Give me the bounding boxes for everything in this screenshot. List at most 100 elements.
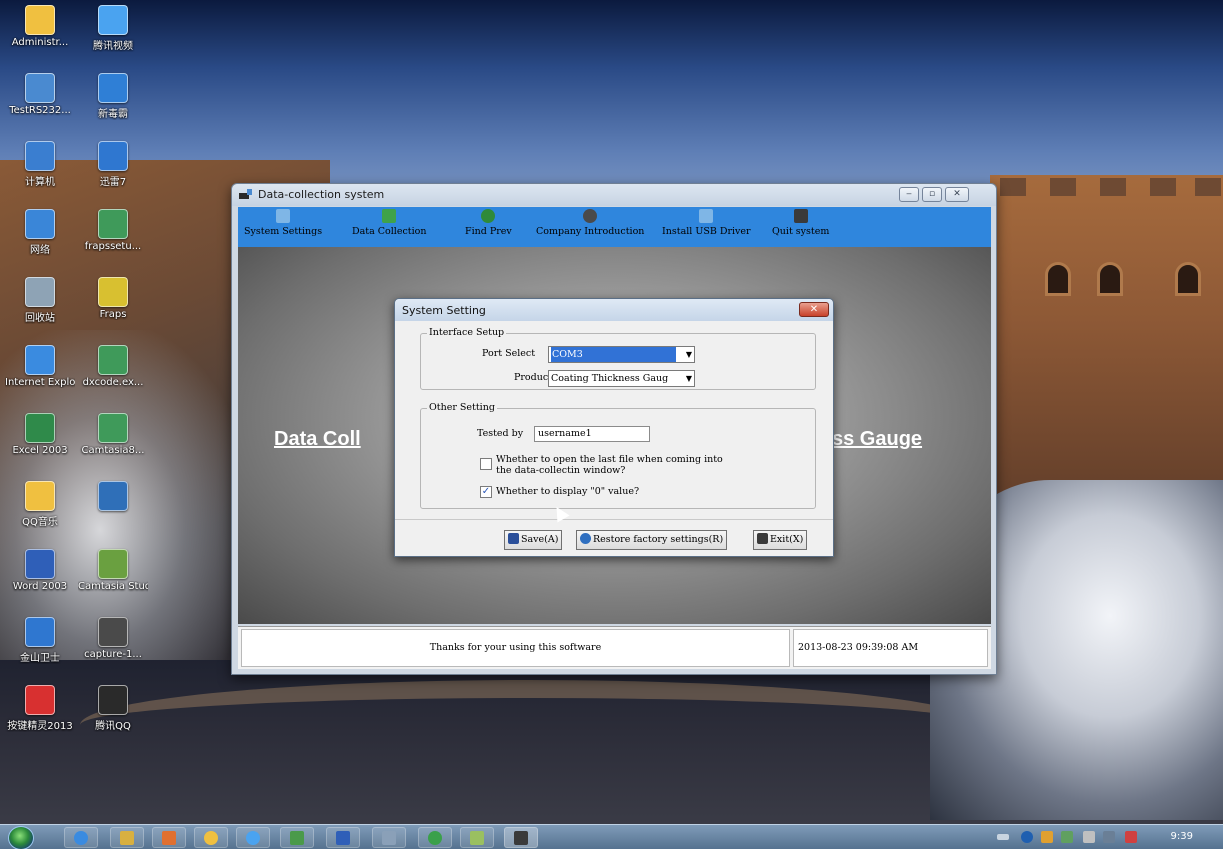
desktop-icon[interactable]: 新毒霸 <box>78 73 148 120</box>
monitor-icon[interactable] <box>1083 831 1095 843</box>
desktop-icon-label: QQ音乐 <box>22 517 58 528</box>
taskbar-video-button[interactable] <box>236 827 270 848</box>
desktop-icon[interactable] <box>78 481 148 513</box>
desktop-icon[interactable]: 计算机 <box>5 141 75 188</box>
desktop-icon[interactable]: Camtasia Studio <box>78 549 148 592</box>
device-icon[interactable] <box>1103 831 1115 843</box>
app-icon <box>239 189 252 199</box>
desktop-icon[interactable]: Administr... <box>5 5 75 48</box>
shortcut-icon <box>25 141 55 171</box>
product-dropdown[interactable]: Coating Thickness Gaug ▼ <box>548 370 695 387</box>
taskbar-player-button[interactable] <box>152 827 186 848</box>
exit-button[interactable]: Exit(X) <box>753 530 808 550</box>
company-icon <box>583 209 598 223</box>
toolbar-quit-system[interactable]: Quit system <box>772 209 829 237</box>
status-bar: Thanks for your using this software 2013… <box>238 626 991 669</box>
shortcut-icon <box>25 73 55 103</box>
display-zero-checkbox[interactable]: ✓ <box>480 486 492 498</box>
desktop-icon-label: 按键精灵2013 <box>7 721 73 732</box>
port-select-value: COM3 <box>551 347 676 362</box>
dialog-body: Interface Setup Port Select COM3 ▼ Produ… <box>395 321 833 519</box>
close-button[interactable]: ✕ <box>945 187 969 202</box>
start-button[interactable] <box>8 826 34 849</box>
open-last-file-checkbox[interactable] <box>480 458 492 470</box>
desktop-icon[interactable]: QQ音乐 <box>5 481 75 528</box>
taskbar: 9:39 <box>0 824 1223 849</box>
wallpaper-crenel <box>1050 178 1076 196</box>
desktop-icon[interactable]: TestRS232... <box>5 73 75 116</box>
screen-icon <box>382 831 396 845</box>
tested-by-label: Tested by <box>477 428 524 439</box>
other-setting-group: Other Setting Tested by username1 Whethe… <box>420 402 816 509</box>
maximize-button[interactable]: ▫ <box>922 187 942 202</box>
desktop-icon[interactable]: Fraps <box>78 277 148 320</box>
toolbar-label: Install USB Driver <box>662 226 751 237</box>
data-collection-icon <box>382 209 397 223</box>
taskbar-screen-button[interactable] <box>372 827 406 848</box>
restore-button-label: Restore factory settings(R) <box>593 534 724 545</box>
desktop-icon[interactable]: Camtasia8... <box>78 413 148 456</box>
toolbar-system-settings[interactable]: System Settings <box>244 209 322 237</box>
open-last-file-label-line1: Whether to open the last file when comin… <box>496 454 723 465</box>
main-titlebar[interactable]: Data-collection system ‒ ▫ ✕ <box>232 184 996 206</box>
desktop-icon[interactable]: frapssetu... <box>78 209 148 252</box>
refresh-icon <box>428 831 442 845</box>
desktop-icon[interactable]: 腾讯视频 <box>78 5 148 52</box>
music-icon <box>204 831 218 845</box>
desktop-icon[interactable]: Word 2003 <box>5 549 75 592</box>
taskbar-refresh-button[interactable] <box>418 827 452 848</box>
desktop-icon[interactable]: Excel 2003 <box>5 413 75 456</box>
desktop-icon-label: 网络 <box>30 245 50 256</box>
desktop-icon[interactable]: 回收站 <box>5 277 75 324</box>
tested-by-input[interactable]: username1 <box>534 426 650 442</box>
dialog-close-button[interactable]: ✕ <box>799 302 829 317</box>
port-select-dropdown[interactable]: COM3 ▼ <box>548 346 695 363</box>
shortcut-icon <box>98 481 128 511</box>
minimize-button[interactable]: ‒ <box>899 187 919 202</box>
taskbar-word-button[interactable] <box>326 827 360 848</box>
desktop-icon[interactable]: Internet Explorer <box>5 345 75 388</box>
bluetooth-icon[interactable] <box>1021 831 1033 843</box>
network-icon[interactable] <box>1061 831 1073 843</box>
restore-factory-settings-button[interactable]: Restore factory settings(R) <box>576 530 728 550</box>
shortcut-icon <box>25 685 55 715</box>
desktop-icon-label: Internet Explorer <box>5 377 75 388</box>
volume-muted-icon[interactable] <box>1125 831 1137 843</box>
keyboard-icon[interactable] <box>997 834 1009 840</box>
desktop-icon[interactable]: 迅雷7 <box>78 141 148 188</box>
flag-icon[interactable] <box>1041 831 1053 843</box>
shortcut-icon <box>25 5 55 35</box>
taskbar-explorer-button[interactable] <box>110 827 144 848</box>
dialog-title: System Setting <box>402 304 486 317</box>
desktop-icon-label: frapssetu... <box>84 241 142 252</box>
taskbar-ie-button[interactable] <box>64 827 98 848</box>
dialog-titlebar[interactable]: System Setting ✕ <box>395 299 833 321</box>
taskbar-hao-button[interactable] <box>280 827 314 848</box>
display-zero-label: Whether to display "0" value? <box>496 486 640 497</box>
taskbar-camtasia-button[interactable] <box>460 827 494 848</box>
desktop-icon[interactable]: 腾讯QQ <box>78 685 148 732</box>
wallpaper-crenel <box>1100 178 1126 196</box>
exit-icon <box>757 533 768 544</box>
desktop-icon[interactable]: capture-1... <box>78 617 148 660</box>
desktop-icon[interactable]: 按键精灵2013 <box>5 685 75 732</box>
taskbar-app-button[interactable] <box>194 827 228 848</box>
desktop-icon-label: 回收站 <box>25 313 55 324</box>
shortcut-icon <box>25 345 55 375</box>
taskbar-clock[interactable]: 9:39 <box>1171 831 1193 842</box>
toolbar-company-introduction[interactable]: Company Introduction <box>536 209 644 237</box>
desktop-icon[interactable]: dxcode.ex... <box>78 345 148 388</box>
taskbar-data-collection-button[interactable] <box>504 827 538 848</box>
toolbar-find-prev[interactable]: Find Prev <box>465 209 512 237</box>
desktop-icon[interactable]: 网络 <box>5 209 75 256</box>
group-title: Interface Setup <box>427 327 507 338</box>
toolbar-data-collection[interactable]: Data Collection <box>352 209 426 237</box>
shortcut-icon <box>98 73 128 103</box>
shortcut-icon <box>98 277 128 307</box>
desktop-icon[interactable]: 金山卫士 <box>5 617 75 664</box>
save-icon <box>508 533 519 544</box>
wallpaper-crenel <box>1150 178 1176 196</box>
status-message: Thanks for your using this software <box>241 629 790 667</box>
toolbar-install-usb-driver[interactable]: Install USB Driver <box>662 209 751 237</box>
save-button[interactable]: Save(A) <box>504 530 563 550</box>
